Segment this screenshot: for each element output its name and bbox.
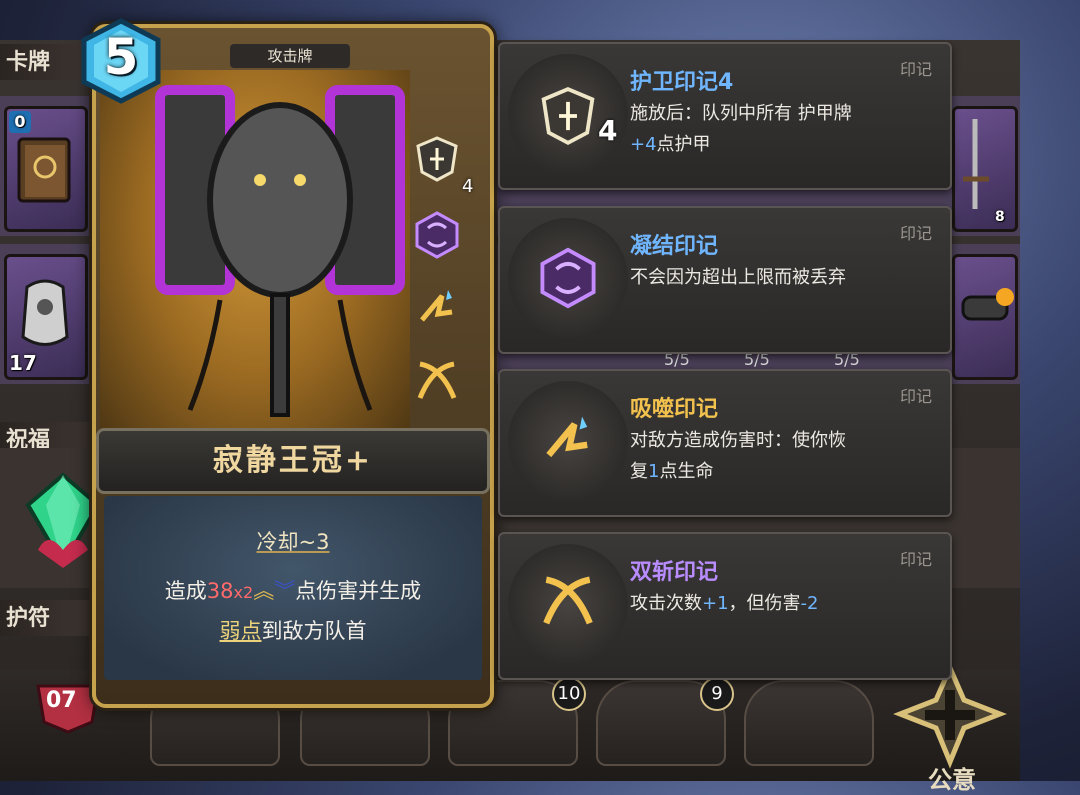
card-title: 寂静王冠+ [212, 443, 374, 478]
weakpoint-keyword[interactable]: 弱点 [220, 619, 262, 643]
sword-icon [963, 119, 989, 209]
tooltip-freeze-sigil: 凝结印记 印记 不会因为超出上限而被丢弃 [498, 206, 952, 354]
corner-label: 公意 [928, 765, 976, 794]
sigil-tag: 印记 [899, 550, 932, 569]
desc-text: 点伤害并生成 [295, 579, 422, 603]
card-stack-count: 17 [9, 351, 37, 375]
desc-text: ，但伤害 [728, 593, 801, 614]
sigil-description: 对敌方造成伤害时：使你恢 复1点生命 [630, 425, 930, 487]
attack-count-value: +1 [702, 593, 729, 614]
card-title-plate: 寂静王冠+ [96, 428, 490, 494]
section-label-amulet: 护符 [0, 600, 90, 636]
armor-value: +4 [630, 134, 657, 155]
cooldown-text[interactable]: 冷却~3 [104, 526, 482, 556]
desc-text: 复 [630, 461, 648, 482]
guard-sigil-icon [541, 87, 595, 146]
silent-crown-art-icon [155, 85, 405, 417]
freeze-sigil-icon[interactable] [412, 210, 462, 260]
sigil-name: 双斩印记 [630, 560, 719, 585]
deck-card-armor[interactable]: 17 [4, 254, 88, 380]
sigil-tag: 印记 [899, 387, 932, 406]
desc-text: 点护甲 [656, 134, 711, 155]
desc-line: 攻击次数+1，但伤害-2 [630, 588, 930, 619]
absorb-sigil-icon[interactable] [412, 284, 462, 334]
sigil-name: 吸噬印记 [630, 397, 719, 422]
damage-multiplier: x2 [233, 583, 254, 602]
damage-penalty-value: -2 [800, 593, 819, 614]
deck-card-sword[interactable]: 8 [952, 106, 1018, 232]
guard-sigil-count: 4 [462, 176, 474, 197]
desc-line: 对敌方造成伤害时：使你恢 [630, 430, 846, 451]
desc-line: +4点护甲 [630, 129, 930, 160]
description-line-1: 造成38x2︽︾点伤害并生成 [104, 572, 482, 612]
cannon-icon [961, 288, 1014, 321]
double-slash-sigil-icon[interactable] [412, 358, 462, 408]
card-type-label: 攻击牌 [230, 44, 350, 68]
damage-value: 38 [206, 579, 234, 603]
slot-count-badge: 9 [700, 677, 734, 711]
amulet-slot[interactable] [744, 680, 874, 766]
desc-line: 复1点生命 [630, 456, 930, 487]
card-cost: 5 [103, 28, 139, 86]
sigil-name: 护卫印记4 [630, 70, 734, 95]
tooltip-double-slash-sigil: 双斩印记 印记 攻击次数+1，但伤害-2 [498, 532, 952, 680]
section-label-cards: 卡牌 [0, 44, 90, 80]
card-description: 冷却~3 造成38x2︽︾点伤害并生成 弱点到敌方队首 [104, 496, 482, 680]
description-line-2: 弱点到敌方队首 [104, 612, 482, 650]
desc-line: 不会因为超出上限而被丢弃 [630, 267, 846, 288]
card-cost-badge: 0 [9, 111, 31, 133]
sigil-name: 凝结印记 [630, 234, 719, 259]
guard-sigil-icon[interactable] [412, 134, 462, 184]
card-artwork [100, 70, 410, 440]
desc-text: 点生命 [659, 461, 714, 482]
double-slash-sigil-icon [543, 576, 593, 625]
sigil-description: 不会因为超出上限而被丢弃 [630, 262, 930, 293]
deck-card-book[interactable]: 0 [4, 106, 88, 232]
desc-text: 到敌方队首 [261, 619, 367, 643]
sigil-tag: 印记 [899, 224, 932, 243]
freeze-sigil-icon [540, 247, 596, 309]
tooltip-guard-sigil: 4 护卫印记4 印记 施放后：队列中所有 护甲牌 +4点护甲 [498, 42, 952, 190]
upgrade-chevron-down-icon: ︾ [274, 579, 296, 603]
sigil-description: 攻击次数+1，但伤害-2 [630, 588, 930, 619]
level-number: 07 [46, 688, 77, 713]
desc-line: 施放后：队列中所有 护甲牌 [630, 103, 852, 124]
slot-count-badge: 10 [552, 677, 586, 711]
tooltip-absorb-sigil: 吸噬印记 印记 对敌方造成伤害时：使你恢 复1点生命 [498, 369, 952, 517]
sigil-count: 4 [598, 114, 618, 147]
card-stack-count: 8 [995, 209, 1005, 225]
desc-text: 造成 [164, 579, 207, 603]
deck-card-cannon[interactable] [952, 254, 1018, 380]
sigil-tag: 印记 [899, 60, 932, 79]
heal-value: 1 [648, 461, 660, 482]
upgrade-chevron-icon: ︽ [253, 579, 275, 603]
sigil-description: 施放后：队列中所有 护甲牌 +4点护甲 [630, 98, 930, 160]
absorb-sigil-icon [546, 416, 588, 458]
desc-text: 攻击次数 [630, 593, 702, 614]
